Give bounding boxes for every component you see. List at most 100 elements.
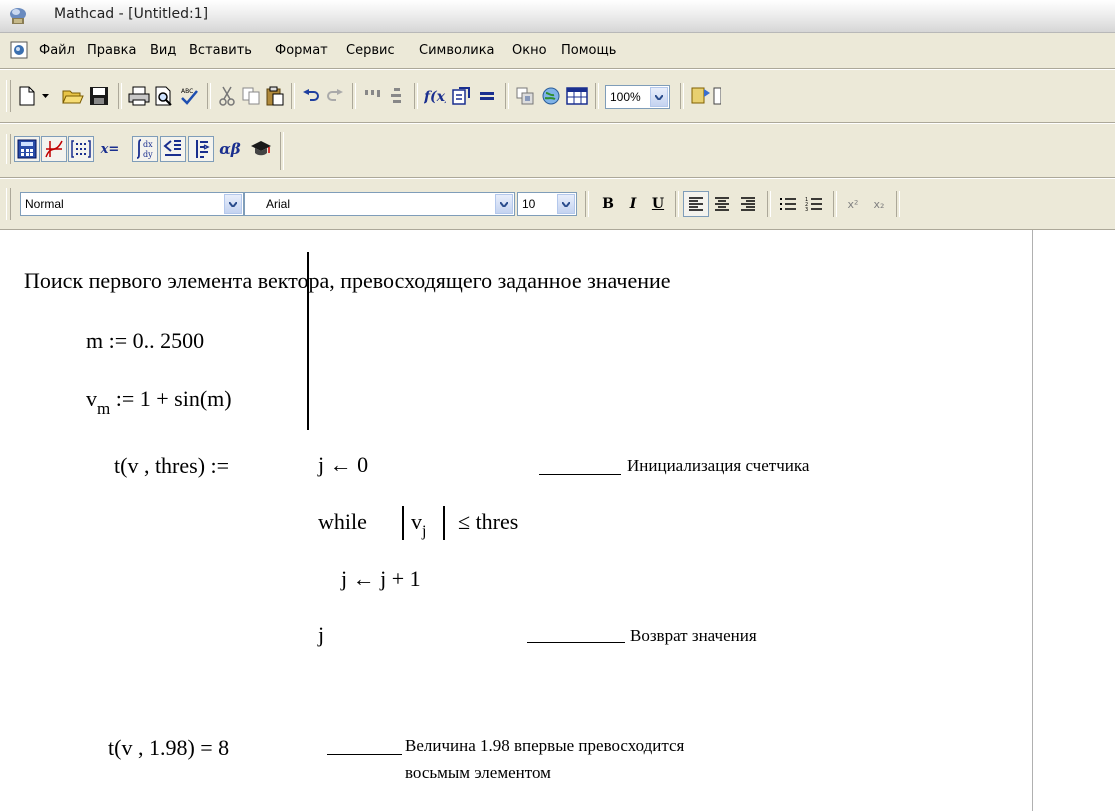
calculator-toolbar-button[interactable]: [14, 136, 40, 162]
superscript-button[interactable]: x²: [840, 191, 866, 217]
align-right-button[interactable]: [735, 191, 761, 217]
document-icon[interactable]: [10, 41, 28, 59]
insert-function-button[interactable]: f(x): [422, 83, 448, 109]
save-button[interactable]: [86, 83, 112, 109]
toolbar-separator: [118, 83, 122, 109]
toolbar-separator: [207, 83, 211, 109]
italic-button[interactable]: I: [620, 191, 646, 217]
vector-definition[interactable]: vm := 1 + sin(m): [86, 386, 232, 418]
open-folder-icon: [62, 90, 84, 104]
paste-icon: [266, 86, 284, 106]
zoom-dropdown-button[interactable]: [650, 87, 668, 107]
symbolic-toolbar-button[interactable]: [248, 136, 274, 162]
zoom-select[interactable]: 100%: [605, 85, 670, 109]
function-header[interactable]: t(v , thres) :=: [114, 453, 229, 479]
toolbar-separator: [505, 83, 509, 109]
copy-button[interactable]: [238, 83, 264, 109]
toolbar-separator: [280, 132, 284, 170]
font-size-dropdown-button[interactable]: [557, 194, 575, 214]
menu-edit[interactable]: Правка: [87, 43, 136, 58]
worksheet[interactable]: Поиск первого элемента вектора, превосхо…: [0, 230, 1115, 811]
align-left-button[interactable]: [683, 191, 709, 217]
numbering-button[interactable]: 123: [801, 191, 827, 217]
boolean-toolbar-button[interactable]: [160, 136, 186, 162]
subscript-button[interactable]: x₂: [866, 191, 892, 217]
style-select[interactable]: Normal: [20, 192, 244, 216]
toolbar-separator: [414, 83, 418, 109]
insert-unit-button[interactable]: [448, 83, 474, 109]
annotation-return[interactable]: Возврат значения: [630, 626, 757, 646]
resource-center-button[interactable]: [538, 83, 564, 109]
menu-file[interactable]: Файл: [39, 43, 75, 58]
toolbar-grip[interactable]: [6, 134, 11, 164]
menu-tools[interactable]: Сервис: [346, 43, 395, 58]
program-line-return[interactable]: j: [318, 622, 324, 648]
menu-symbolics[interactable]: Символика: [419, 43, 495, 58]
chevron-down-icon: [655, 94, 663, 100]
spell-check-button[interactable]: ABC: [176, 83, 202, 109]
menu-window[interactable]: Окно: [512, 43, 547, 58]
redo-button[interactable]: [322, 83, 348, 109]
print-preview-button[interactable]: [151, 83, 177, 109]
toolbar-separator: [680, 83, 684, 109]
page-edge: [1032, 230, 1033, 811]
undo-button[interactable]: [298, 83, 324, 109]
greek-label: αβ: [219, 140, 241, 158]
font-size-select[interactable]: 10: [517, 192, 577, 216]
align-center-button[interactable]: [709, 191, 735, 217]
align-across-button[interactable]: [360, 83, 386, 109]
mathcad-app-icon[interactable]: [8, 6, 28, 26]
calculator-icon: [17, 139, 37, 159]
underline-button[interactable]: U: [645, 191, 671, 217]
help-button[interactable]: [688, 83, 714, 109]
menu-format[interactable]: Формат: [275, 43, 328, 58]
program-line-while[interactable]: while: [318, 509, 367, 535]
range-definition[interactable]: m := 0.. 2500: [86, 328, 204, 354]
align-down-button[interactable]: [384, 83, 410, 109]
style-dropdown-button[interactable]: [224, 194, 242, 214]
printer-icon: [128, 86, 150, 106]
evaluation-toolbar-button[interactable]: x=: [94, 136, 126, 162]
calculus-toolbar-button[interactable]: dx dy: [132, 136, 158, 162]
graph-toolbar-button[interactable]: [41, 136, 67, 162]
standard-toolbar: ABC f(x) 100%: [0, 70, 1115, 122]
open-button[interactable]: [60, 83, 86, 109]
program-line-init[interactable]: j ← 0: [318, 452, 368, 478]
program-line-increment[interactable]: j ← j + 1: [341, 566, 421, 592]
paste-button[interactable]: [262, 83, 288, 109]
matrix-toolbar-button[interactable]: [68, 136, 94, 162]
svg-text:f(x): f(x): [424, 89, 446, 105]
superscript-label: x²: [847, 197, 859, 211]
bold-button[interactable]: B: [595, 191, 621, 217]
more-tools-button[interactable]: [712, 83, 722, 109]
annotation-eval-line2[interactable]: восьмым элементом: [405, 763, 551, 783]
insert-region-button[interactable]: [564, 83, 590, 109]
component-wizard-button[interactable]: [512, 83, 538, 109]
menu-view[interactable]: Вид: [150, 43, 176, 58]
calculate-button[interactable]: [474, 83, 500, 109]
annotation-init[interactable]: Инициализация счетчика: [627, 456, 809, 476]
annotation-eval-line1[interactable]: Величина 1.98 впервые превосходится: [405, 736, 684, 756]
vector-expression: := 1 + sin(m): [110, 386, 232, 411]
menu-insert[interactable]: Вставить: [189, 43, 252, 58]
heading-text[interactable]: Поиск первого элемента вектора, превосхо…: [24, 268, 671, 294]
toolbar-grip[interactable]: [6, 188, 11, 220]
region-icon: [566, 87, 588, 105]
bullets-button[interactable]: [775, 191, 801, 217]
menu-help[interactable]: Помощь: [561, 43, 616, 58]
evaluation-expression[interactable]: t(v , 1.98) = 8: [108, 735, 229, 761]
toolbar-separator: [767, 191, 771, 217]
programming-toolbar-button[interactable]: [188, 136, 214, 162]
new-document-dropdown[interactable]: [38, 83, 52, 109]
abs-index: j: [422, 523, 427, 541]
font-dropdown-button[interactable]: [495, 194, 513, 214]
new-document-button[interactable]: [14, 83, 40, 109]
cut-button[interactable]: [214, 83, 240, 109]
svg-text:3: 3: [805, 207, 808, 212]
programming-icon: [196, 140, 210, 158]
font-select[interactable]: Arial: [244, 192, 515, 216]
bullet-list-icon: [780, 198, 796, 210]
print-button[interactable]: [126, 83, 152, 109]
greek-toolbar-button[interactable]: αβ: [214, 136, 246, 162]
toolbar-grip[interactable]: [6, 80, 11, 112]
